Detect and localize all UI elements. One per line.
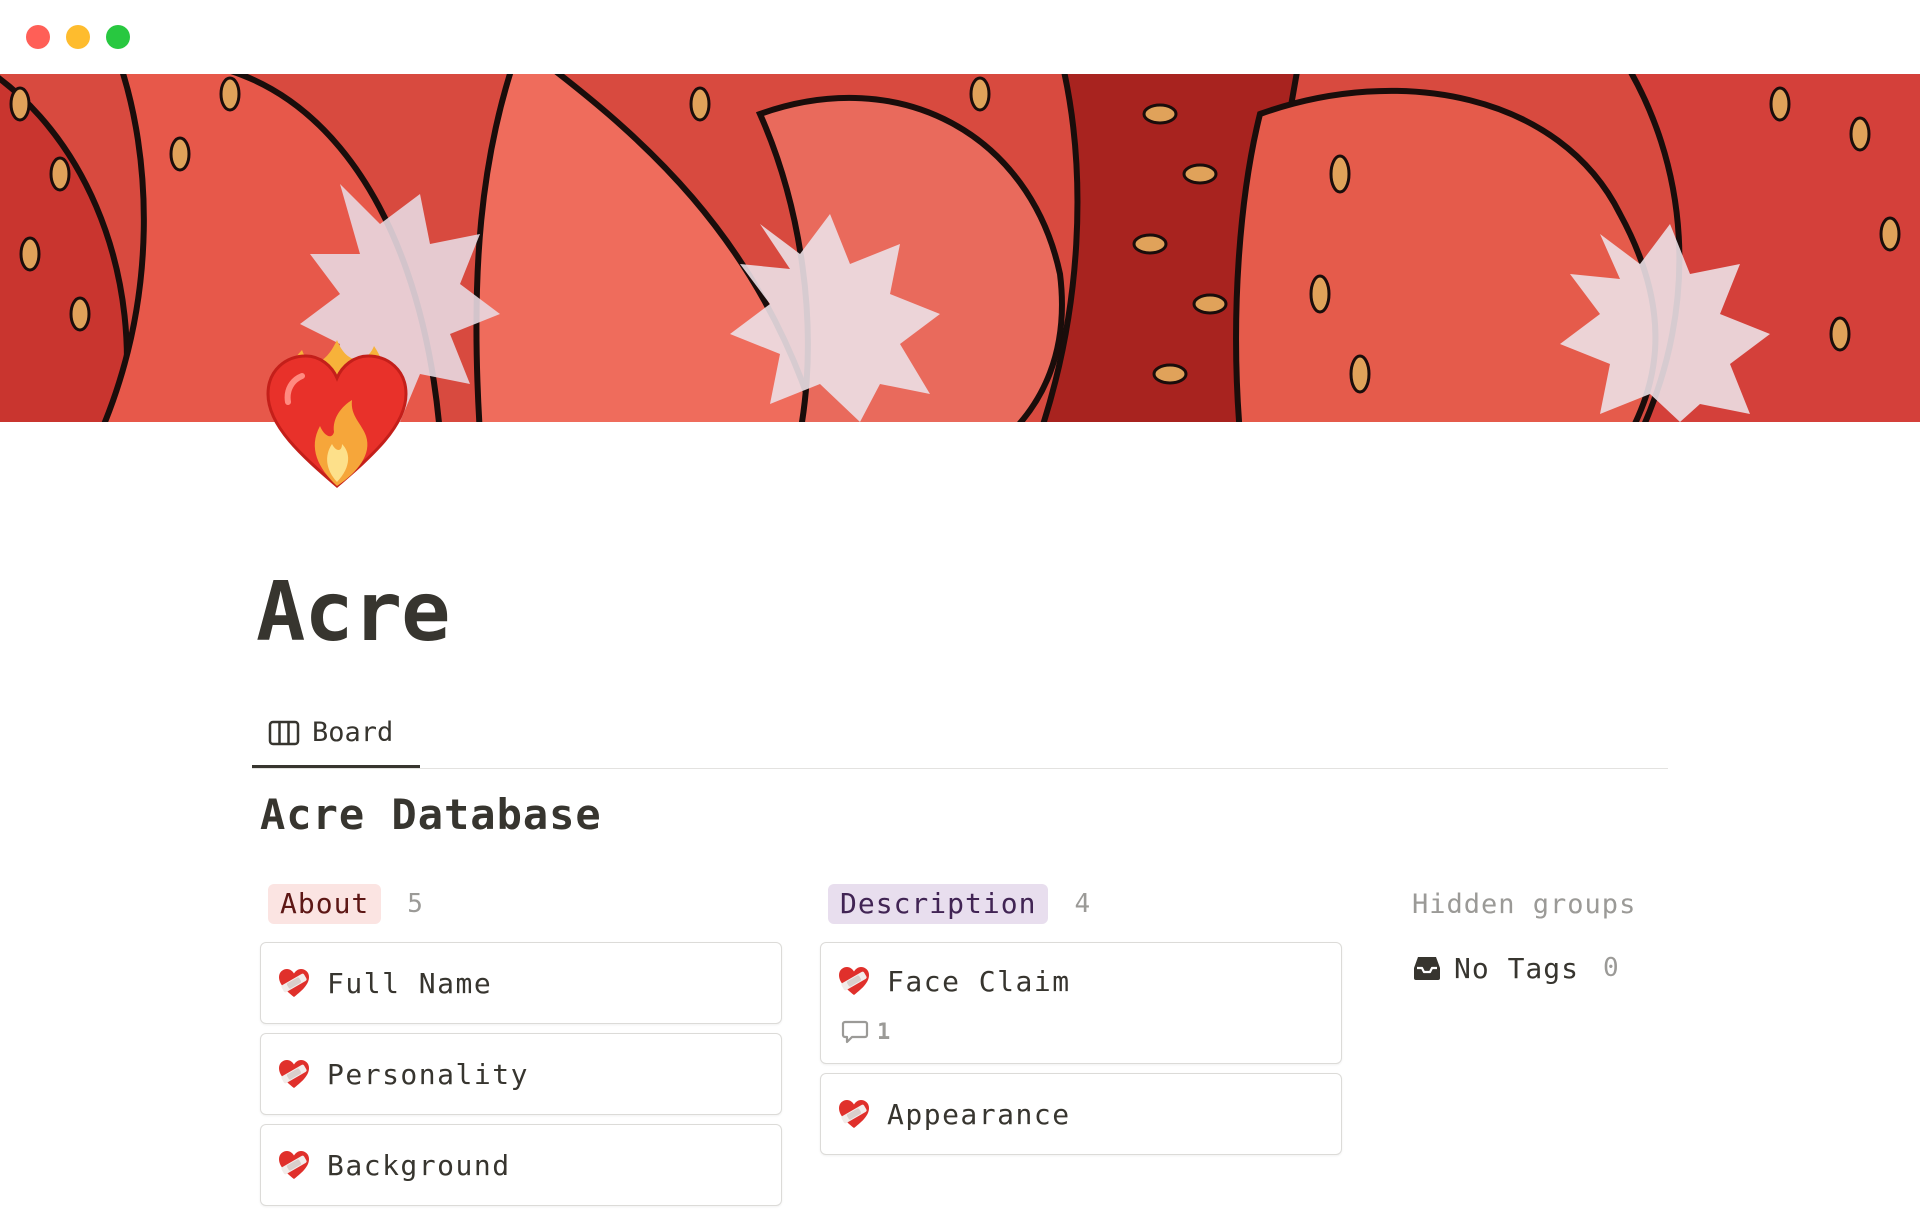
group-tag-about[interactable]: About [268,884,382,924]
card-title: Full Name [327,966,493,1000]
page-title[interactable]: Acre [256,572,450,654]
mending-heart-emoji [279,1151,309,1179]
column-header: About 5 [268,882,784,926]
tab-board[interactable]: Board [252,700,420,768]
group-count: 4 [1074,889,1091,919]
column-header: Description 4 [828,882,1344,926]
zoom-window-button[interactable] [106,25,130,49]
window-titlebar [0,0,1920,74]
minimize-window-button[interactable] [66,25,90,49]
board-column-about: About 5 Full Name Personality Background [260,882,784,1215]
tab-board-label: Board [312,717,394,748]
hidden-group-label: No Tags [1454,951,1580,985]
comment-icon [841,1020,869,1044]
comment-count: 1 [877,1019,891,1045]
card-title: Personality [327,1057,529,1091]
hidden-groups-title: Hidden groups [1412,888,1637,920]
heart-on-fire-emoji [266,340,408,488]
board-card[interactable]: Face Claim 1 [820,942,1342,1064]
view-tabs: Board [252,700,1668,769]
mending-heart-emoji [279,969,309,997]
hidden-groups: Hidden groups No Tags 0 [1412,882,1672,990]
database-title[interactable]: Acre Database [260,790,602,840]
group-tag-description[interactable]: Description [828,884,1049,924]
mending-heart-emoji [839,1100,869,1128]
board-card[interactable]: Background [260,1124,782,1206]
card-title: Face Claim [887,964,1071,998]
hidden-group-no-tags[interactable]: No Tags 0 [1412,946,1672,990]
board-icon [268,720,300,745]
hidden-group-count: 0 [1603,953,1619,983]
board-column-description: Description 4 Face Claim 1 Appearance [820,882,1344,1164]
page-icon[interactable] [262,336,412,496]
board-card[interactable]: Appearance [820,1073,1342,1155]
mending-heart-emoji [279,1060,309,1088]
card-title: Appearance [887,1097,1071,1131]
card-comments: 1 [837,1019,1325,1063]
mending-heart-emoji [839,967,869,995]
group-count: 5 [407,889,423,919]
inbox-icon [1414,957,1440,980]
close-window-button[interactable] [26,25,50,49]
board-card[interactable]: Personality [260,1033,782,1115]
card-title: Background [327,1148,511,1182]
board-card[interactable]: Full Name [260,942,782,1024]
